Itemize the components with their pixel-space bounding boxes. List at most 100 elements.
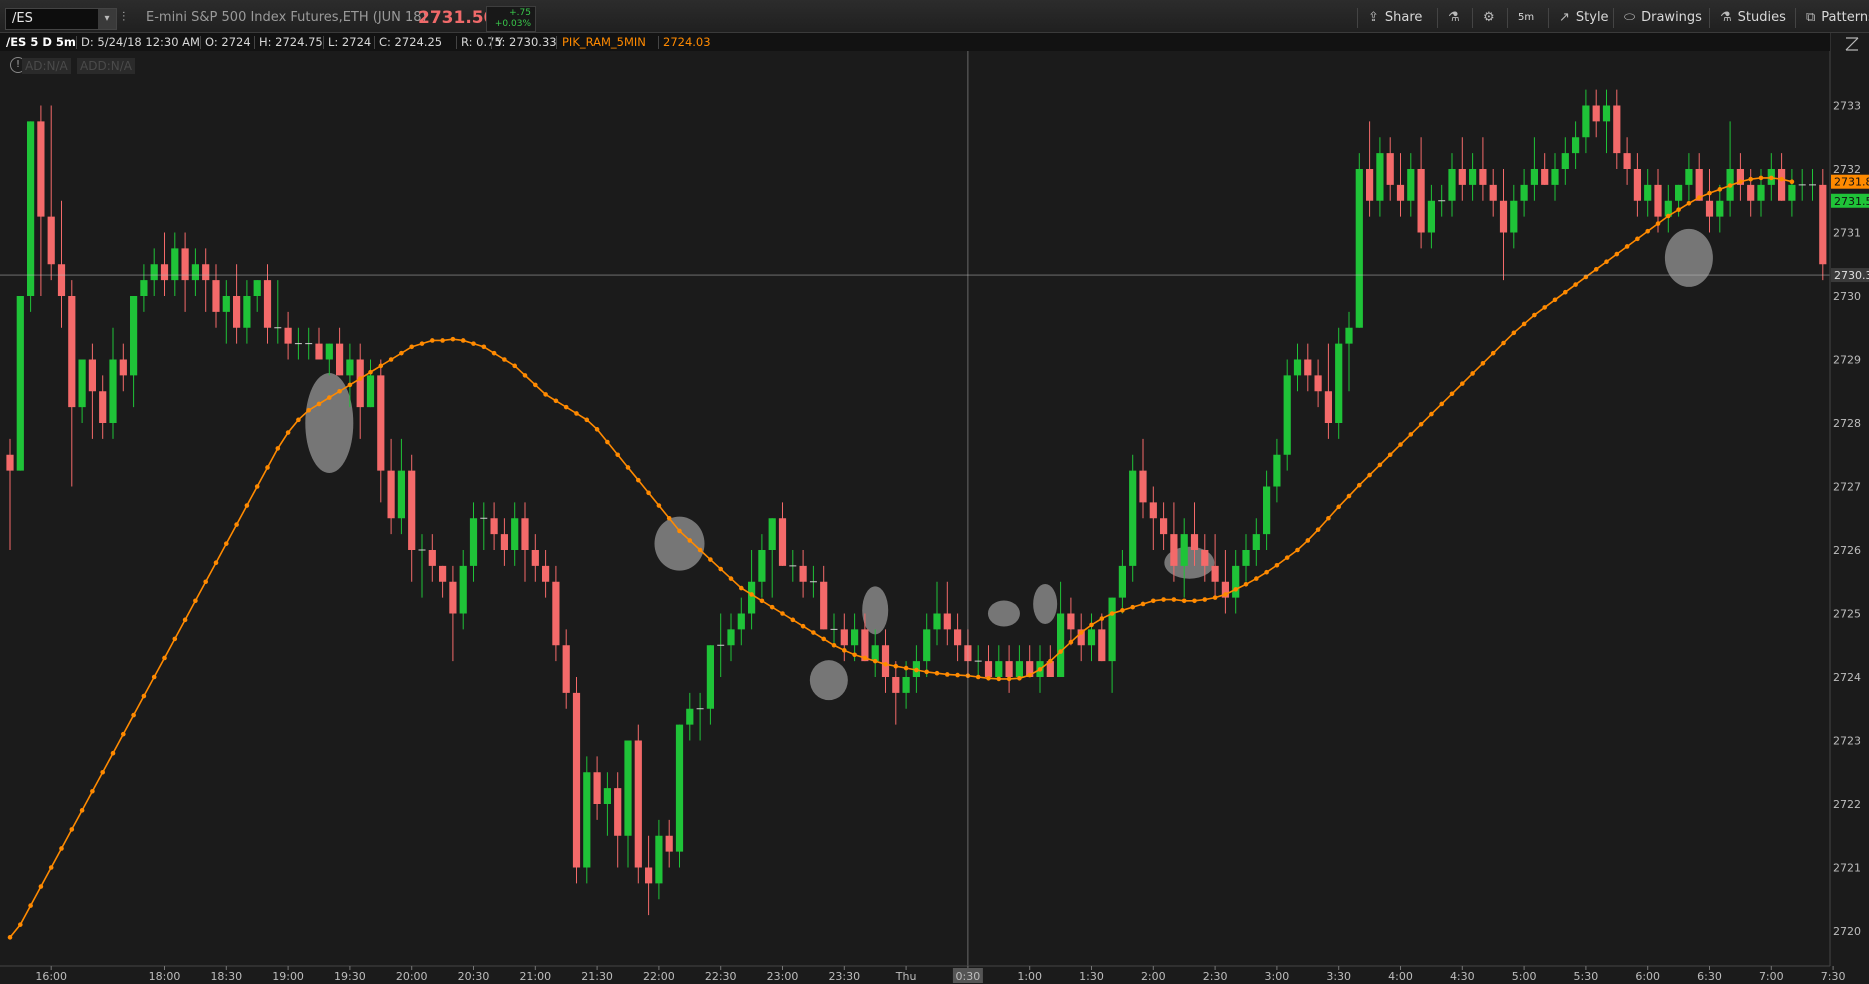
candle-body — [439, 565, 447, 582]
highlight-ellipse[interactable] — [987, 600, 1020, 627]
candle-body — [1675, 184, 1683, 201]
time-tick-label: 3:30 — [1326, 970, 1351, 983]
price-tick-label: 2730 — [1833, 290, 1861, 303]
candle[interactable] — [634, 724, 642, 884]
symbol-selector[interactable]: /ES ▾ — [5, 8, 117, 30]
study-point — [1284, 555, 1290, 560]
settings-button[interactable]: ⚙ — [1472, 8, 1501, 28]
candle-body — [521, 518, 529, 550]
study-point — [986, 675, 991, 681]
expand-button[interactable] — [1836, 30, 1869, 60]
highlight-ellipse[interactable] — [809, 660, 848, 701]
candle-body — [1190, 534, 1199, 550]
candle[interactable] — [1335, 327, 1343, 439]
candle-body — [1572, 137, 1580, 154]
patterns-button[interactable]: ⧉Patterns — [1795, 8, 1869, 28]
candle-body — [1788, 184, 1796, 201]
candle[interactable] — [583, 756, 591, 884]
study-point — [1223, 592, 1228, 597]
studies-button[interactable]: ⚗ Studies — [1709, 8, 1786, 28]
bar-close: C: 2724.25 — [379, 35, 443, 49]
study-point — [1593, 267, 1599, 272]
candle[interactable] — [1355, 153, 1363, 328]
study-point — [1130, 604, 1135, 610]
candle-body — [1273, 454, 1281, 487]
candle-body — [1448, 169, 1456, 201]
symbol-input[interactable]: /ES — [12, 11, 33, 26]
style-button[interactable]: ↗ Style — [1548, 8, 1609, 28]
candle-body — [47, 216, 55, 265]
study-point — [594, 427, 600, 432]
time-tick-label: 4:30 — [1450, 970, 1475, 983]
candle-body — [881, 645, 890, 677]
study-name: PIK_RAM_5MIN — [562, 35, 646, 49]
highlight-ellipse[interactable] — [1033, 583, 1058, 624]
study-point — [491, 350, 497, 356]
study-point — [213, 560, 219, 565]
flask-button[interactable]: ⚗ — [1437, 8, 1466, 28]
candle-body — [1561, 153, 1569, 169]
candle-body — [634, 740, 642, 868]
highlight-ellipse[interactable] — [1664, 228, 1713, 287]
candle[interactable] — [675, 724, 684, 868]
link-icon[interactable]: ⫶ — [122, 10, 125, 25]
candle-body — [1819, 184, 1827, 265]
study-point — [543, 392, 548, 397]
candle-body — [675, 724, 684, 852]
study-point — [502, 357, 507, 362]
candle-body — [78, 359, 86, 408]
timeframe-button[interactable]: 5m — [1507, 8, 1534, 28]
time-tick-label: 20:00 — [396, 970, 428, 983]
study-point — [203, 579, 208, 585]
study-point — [399, 350, 404, 356]
candle-body — [768, 518, 776, 550]
candle-body — [686, 708, 694, 725]
candle-body — [1396, 184, 1405, 201]
crosshair-price-label: 2730.3 — [1834, 269, 1869, 282]
candle-body — [27, 121, 35, 296]
candle-body — [1345, 327, 1353, 344]
highlight-ellipse[interactable] — [862, 586, 889, 635]
study-point — [1573, 282, 1578, 287]
chart-symbol-period[interactable]: /ES 5 D 5m — [6, 35, 76, 49]
candle-body — [531, 550, 539, 566]
study-point — [718, 566, 723, 572]
study-point — [254, 484, 260, 489]
study-point — [1274, 562, 1280, 568]
candle-body — [1757, 184, 1765, 201]
study-point — [1604, 259, 1609, 265]
candle-body — [1129, 470, 1137, 566]
study-point — [1645, 228, 1650, 234]
chevron-down-icon[interactable]: ▾ — [98, 9, 116, 29]
time-tick-label: 19:30 — [334, 970, 366, 983]
candle-body — [387, 470, 395, 519]
study-point — [975, 674, 981, 680]
candle[interactable] — [16, 296, 24, 471]
candle-body — [511, 518, 519, 550]
candle-body — [202, 264, 210, 281]
candle[interactable] — [1819, 169, 1827, 281]
candle-body — [1293, 359, 1302, 376]
study-point — [1521, 321, 1527, 327]
drawings-button[interactable]: ⬭ Drawings — [1613, 8, 1702, 28]
share-button[interactable]: ⇪ Share — [1357, 8, 1422, 28]
candle[interactable] — [572, 677, 581, 884]
study-point — [471, 341, 476, 346]
candle[interactable] — [1129, 454, 1137, 582]
study-point — [759, 598, 765, 604]
study-point — [440, 338, 445, 343]
candle-body — [1479, 169, 1487, 185]
study-point — [1181, 598, 1187, 604]
candle[interactable] — [1283, 359, 1291, 471]
time-tick-label: 4:00 — [1388, 970, 1413, 983]
price-chart[interactable]: 2720 2721 2722 2723 2724 2725 2726 2727 2728 2729… — [0, 0, 1869, 984]
candle-body — [459, 565, 467, 614]
study-point — [1758, 175, 1764, 181]
study-point — [584, 417, 590, 423]
candle-body — [727, 629, 735, 646]
highlight-ellipse[interactable] — [654, 516, 705, 571]
study-point — [121, 731, 126, 737]
time-tick-label: 5:00 — [1512, 970, 1537, 983]
study-point — [1078, 630, 1084, 635]
candle[interactable] — [27, 121, 35, 312]
